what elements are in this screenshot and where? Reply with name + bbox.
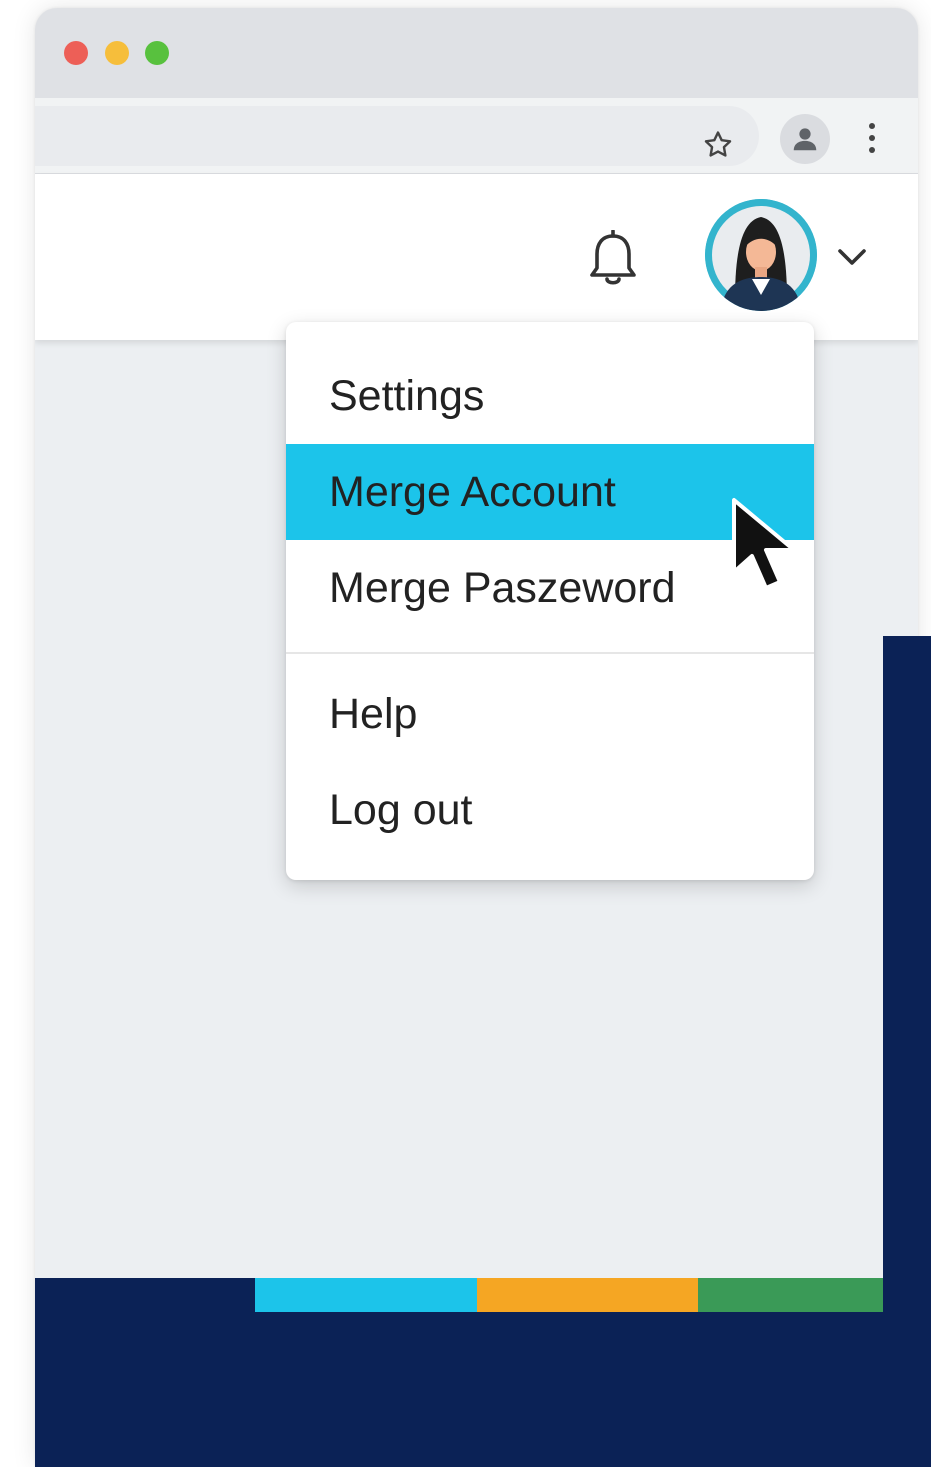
- mouse-pointer-icon: [718, 494, 814, 600]
- menu-item-help[interactable]: Help: [286, 666, 814, 762]
- title-bar: [35, 8, 918, 98]
- bell-icon[interactable]: [587, 229, 639, 290]
- avatar[interactable]: [705, 199, 817, 311]
- app-header: [35, 174, 918, 340]
- more-vert-icon[interactable]: [861, 118, 883, 158]
- maximize-window-button[interactable]: [145, 41, 169, 65]
- minimize-window-button[interactable]: [105, 41, 129, 65]
- menu-divider: [286, 652, 814, 654]
- background-navy-panel: [883, 636, 931, 1467]
- profile-icon[interactable]: [780, 114, 830, 164]
- account-dropdown-menu: Settings Merge Account Merge Paszeword H…: [286, 322, 814, 880]
- close-window-button[interactable]: [64, 41, 88, 65]
- address-bar[interactable]: [35, 106, 759, 166]
- chevron-down-icon[interactable]: [835, 246, 869, 270]
- menu-item-log-out[interactable]: Log out: [286, 762, 814, 858]
- footer-stripe-blue: [255, 1278, 477, 1312]
- footer-stripe-orange: [477, 1278, 698, 1312]
- star-icon[interactable]: [701, 128, 735, 162]
- footer-band: [35, 1278, 918, 1467]
- menu-item-settings[interactable]: Settings: [286, 348, 814, 444]
- browser-toolbar: [35, 98, 918, 174]
